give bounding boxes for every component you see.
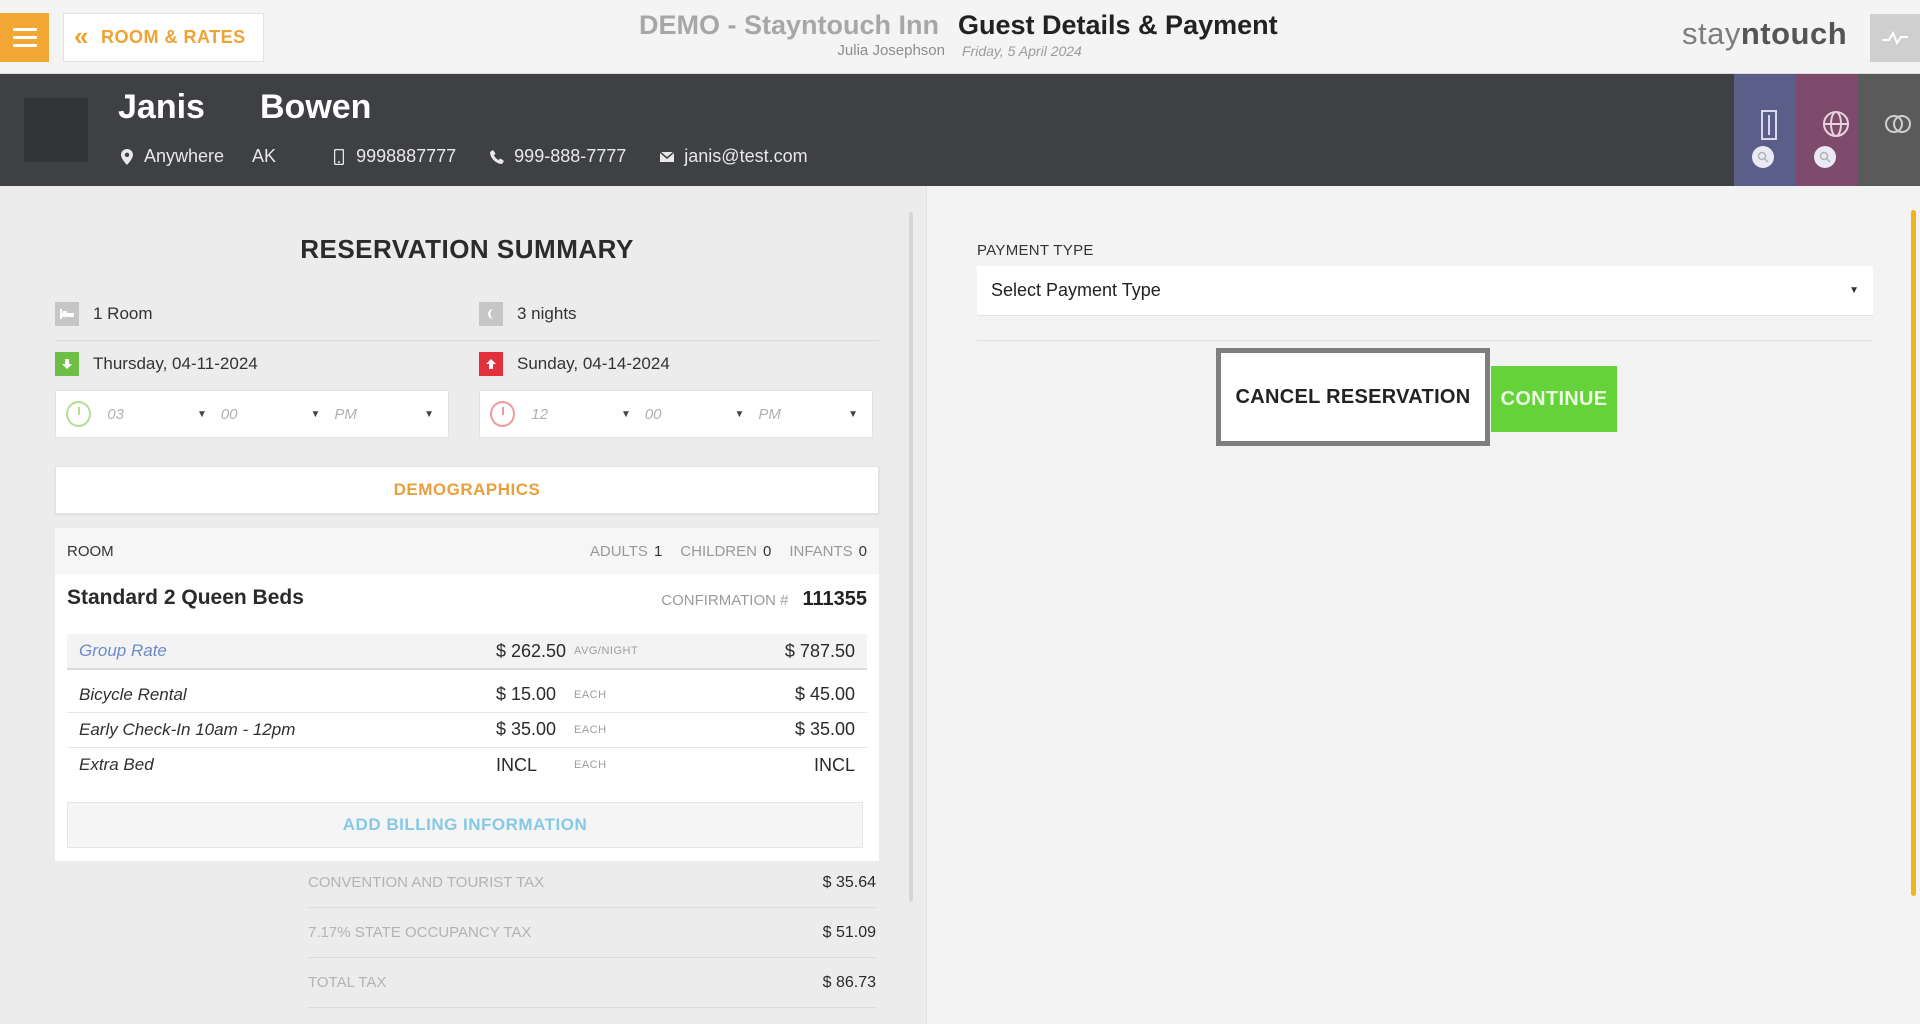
confirmation: CONFIRMATION # 111355 bbox=[661, 588, 867, 610]
hamburger-icon bbox=[12, 28, 37, 31]
guest-header: Janis Bowen Anywhere AK 9998887777 999-8… bbox=[0, 74, 1920, 186]
arrival-date: Thursday, 04-11-2024 bbox=[55, 352, 258, 376]
arrival-minute-select[interactable]: 00 ▼ bbox=[221, 406, 335, 423]
caret-down-icon: ▼ bbox=[424, 408, 434, 420]
departure-date: Sunday, 04-14-2024 bbox=[479, 352, 670, 376]
room-card-header: ROOM ADULTS 1 CHILDREN 0 INFANTS 0 bbox=[55, 528, 879, 574]
guest-contact-info: Anywhere AK 9998887777 999-888-7777 jani… bbox=[120, 146, 830, 167]
guest-state: AK bbox=[252, 146, 277, 166]
children-count: 0 bbox=[762, 542, 772, 560]
caret-down-icon: ▼ bbox=[196, 408, 207, 420]
occupancy: ADULTS 1 CHILDREN 0 INFANTS 0 bbox=[589, 542, 867, 560]
avatar[interactable] bbox=[24, 98, 88, 162]
continue-button[interactable]: CONTINUE bbox=[1491, 366, 1617, 432]
activity-icon bbox=[1882, 30, 1908, 46]
clock-icon bbox=[66, 401, 92, 427]
menu-button[interactable] bbox=[0, 13, 49, 62]
tab-web[interactable] bbox=[1796, 74, 1858, 186]
payment-type-label: PAYMENT TYPE bbox=[977, 242, 1094, 259]
location-pin-icon bbox=[120, 148, 134, 165]
guest-email: janis@test.com bbox=[660, 146, 808, 167]
add-billing-information-button[interactable]: ADD BILLING INFORMATION bbox=[67, 802, 863, 848]
building-icon bbox=[1761, 110, 1777, 140]
departure-hour-select[interactable]: 12 ▼ bbox=[531, 406, 645, 423]
user-name: Julia Josephson bbox=[837, 42, 945, 59]
arrival-time-picker: 03 ▼ 00 ▼ PM ▼ bbox=[55, 390, 449, 438]
tab-reservation[interactable] bbox=[1734, 74, 1796, 186]
arrival-ampm-select[interactable]: PM ▼ bbox=[334, 406, 448, 423]
arrow-down-icon bbox=[55, 352, 79, 376]
phone-icon bbox=[490, 149, 505, 165]
caret-down-icon: ▼ bbox=[620, 408, 631, 420]
infants-count: 0 bbox=[858, 542, 867, 560]
guest-first-name[interactable]: Janis bbox=[118, 88, 205, 127]
caret-down-icon: ▼ bbox=[1849, 285, 1859, 296]
envelope-icon bbox=[660, 149, 675, 165]
tax-row: CONVENTION AND TOURIST TAX $ 35.64 bbox=[308, 858, 876, 908]
caret-down-icon: ▼ bbox=[848, 408, 858, 420]
globe-icon bbox=[1823, 111, 1849, 137]
business-date: Friday, 5 April 2024 bbox=[962, 43, 1082, 59]
guest-location: Anywhere AK bbox=[120, 146, 276, 167]
top-bar: « ROOM & RATES DEMO - Stayntouch Inn Jul… bbox=[0, 0, 1920, 74]
guest-last-name[interactable]: Bowen bbox=[260, 88, 371, 127]
left-scrollbar[interactable] bbox=[909, 212, 913, 902]
guest-city: Anywhere bbox=[144, 146, 225, 166]
back-to-room-rates-button[interactable]: « ROOM & RATES bbox=[63, 13, 264, 62]
back-button-label: ROOM & RATES bbox=[100, 27, 246, 47]
right-scrollbar[interactable] bbox=[1911, 210, 1916, 896]
page-title: Guest Details & Payment bbox=[958, 10, 1278, 40]
activity-button[interactable] bbox=[1870, 14, 1920, 62]
clock-icon bbox=[490, 401, 516, 427]
search-icon bbox=[1814, 146, 1836, 168]
mobile-phone-icon bbox=[332, 148, 346, 165]
hotel-name: DEMO - Stayntouch Inn bbox=[639, 10, 939, 40]
addon-row: Early Check-In 10am - 12pm $ 35.00 EACH … bbox=[67, 712, 867, 748]
rate-row[interactable]: Group Rate $ 262.50 AVG/NIGHT $ 787.50 bbox=[67, 634, 867, 670]
addon-row: Extra Bed INCL EACH INCL bbox=[79, 754, 855, 775]
payment-type-select[interactable]: Select Payment Type ▼ bbox=[977, 266, 1873, 316]
bed-icon bbox=[55, 302, 79, 326]
demographics-button[interactable]: DEMOGRAPHICS bbox=[55, 466, 879, 514]
reservation-summary-panel: RESERVATION SUMMARY 1 Room 3 nights Thur… bbox=[0, 186, 926, 1024]
arrival-hour-select[interactable]: 03 ▼ bbox=[107, 406, 221, 423]
tax-row: 7.17% STATE OCCUPANCY TAX $ 51.09 bbox=[308, 908, 876, 958]
payment-panel: PAYMENT TYPE Select Payment Type ▼ CANCE… bbox=[926, 186, 1920, 1024]
guest-mobile: 9998887777 bbox=[332, 146, 456, 167]
caret-down-icon: ▼ bbox=[310, 408, 321, 420]
room-count: 1 Room bbox=[55, 302, 153, 326]
room-label: ROOM bbox=[67, 542, 114, 560]
room-card: ROOM ADULTS 1 CHILDREN 0 INFANTS 0 Standard… bbox=[55, 528, 879, 861]
cancel-reservation-button[interactable]: CANCEL RESERVATION bbox=[1216, 348, 1490, 446]
guest-phone: 999-888-7777 bbox=[490, 146, 626, 167]
total-tax-row: TOTAL TAX $ 86.73 bbox=[308, 958, 876, 1008]
divider bbox=[977, 340, 1873, 341]
double-chevron-left-icon: « bbox=[74, 21, 89, 51]
search-icon bbox=[1752, 146, 1774, 168]
caret-down-icon: ▼ bbox=[734, 408, 745, 420]
departure-time-picker: 12 ▼ 00 ▼ PM ▼ bbox=[479, 390, 873, 438]
tab-more[interactable] bbox=[1858, 74, 1920, 186]
addon-row: Bicycle Rental $ 15.00 EACH $ 45.00 bbox=[67, 677, 867, 713]
departure-minute-select[interactable]: 00 ▼ bbox=[645, 406, 759, 423]
moon-icon bbox=[479, 302, 503, 326]
brand-logo: stayntouch bbox=[1682, 16, 1848, 51]
room-type: Standard 2 Queen Beds bbox=[67, 586, 304, 609]
night-count: 3 nights bbox=[479, 302, 577, 326]
reservation-summary-title: RESERVATION SUMMARY bbox=[300, 234, 634, 264]
circles-icon bbox=[1885, 115, 1911, 133]
confirmation-number: 111355 bbox=[802, 588, 867, 610]
arrow-up-icon bbox=[479, 352, 503, 376]
departure-ampm-select[interactable]: PM ▼ bbox=[758, 406, 872, 423]
adults-count: 1 bbox=[653, 542, 663, 560]
divider bbox=[55, 340, 879, 341]
